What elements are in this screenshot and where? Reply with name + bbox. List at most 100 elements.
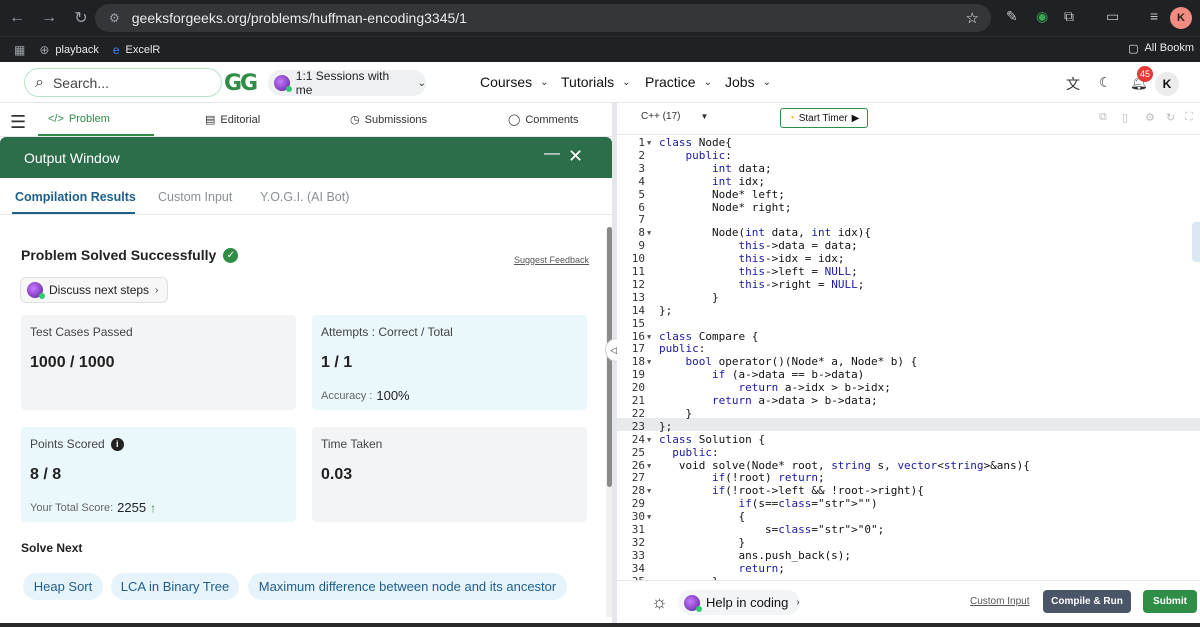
search-input[interactable]: ⌕ Search... bbox=[24, 68, 222, 97]
sessions-button[interactable]: 1:1 Sessions with me ⌄ bbox=[268, 69, 426, 97]
line-number: 3 bbox=[638, 161, 645, 175]
code-line[interactable]: 4 int idx; bbox=[617, 175, 1200, 189]
help-in-coding-button[interactable]: Help in coding › bbox=[678, 590, 800, 615]
user-avatar[interactable]: K bbox=[1155, 72, 1179, 96]
cast-icon[interactable]: ▭ bbox=[1106, 8, 1119, 25]
submit-button[interactable]: Submit bbox=[1143, 590, 1197, 613]
arrow-up-icon: ↑ bbox=[150, 500, 157, 515]
gfg-logo[interactable]: GG bbox=[224, 71, 258, 96]
fold-arrow-icon[interactable]: ▼ bbox=[647, 460, 651, 473]
notification-badge: 45 bbox=[1137, 66, 1153, 82]
solve-next-lca[interactable]: LCA in Binary Tree bbox=[111, 573, 239, 600]
tab-problem[interactable]: </> Problem bbox=[48, 113, 110, 125]
code-text: return a->data > b->data; bbox=[711, 394, 878, 407]
menu-tutorials[interactable]: Tutorials ⌄ bbox=[561, 74, 631, 90]
reset-icon[interactable]: ↻ bbox=[1166, 111, 1175, 124]
code-text: }; bbox=[659, 303, 673, 317]
menu-jobs[interactable]: Jobs ⌄ bbox=[725, 74, 771, 90]
tab-compilation-results[interactable]: Compilation Results bbox=[15, 190, 136, 204]
tab-custom-input[interactable]: Custom Input bbox=[158, 190, 232, 204]
light-mode-icon[interactable]: ☼ bbox=[651, 592, 668, 613]
suggest-feedback-link[interactable]: Suggest Feedback bbox=[514, 255, 589, 265]
code-line[interactable]: 12 this->right = NULL; bbox=[617, 278, 1200, 292]
copy-icon[interactable]: ⧉ bbox=[1099, 111, 1107, 124]
file-icon[interactable]: ▯ bbox=[1122, 111, 1128, 124]
code-line[interactable]: 15 bbox=[617, 317, 1200, 331]
menu-courses[interactable]: Courses ⌄ bbox=[480, 74, 549, 90]
fullscreen-icon[interactable]: ⛶ bbox=[1185, 111, 1193, 124]
tab-yogi-bot[interactable]: Y.O.G.I. (AI Bot) bbox=[260, 190, 349, 204]
close-icon[interactable]: ✕ bbox=[568, 146, 583, 167]
hamburger-menu-icon[interactable]: ☰ bbox=[10, 112, 26, 133]
code-line[interactable]: 33 ans.push_back(s); bbox=[617, 549, 1200, 563]
line-number: 21 bbox=[631, 394, 645, 407]
fold-arrow-icon[interactable]: ▼ bbox=[647, 434, 651, 447]
extension-green-icon[interactable]: ◉ bbox=[1036, 8, 1048, 25]
tab-submissions[interactable]: ◷ Submissions bbox=[350, 113, 427, 127]
code-line[interactable]: 22 } bbox=[617, 407, 1200, 421]
all-bookmarks[interactable]: ▢ All Bookm bbox=[1128, 42, 1194, 55]
tab-comments[interactable]: ◯ Comments bbox=[508, 113, 579, 127]
settings-icon[interactable]: ⚙ bbox=[1145, 111, 1155, 124]
search-icon: ⌕ bbox=[35, 73, 44, 91]
bookmark-star-icon[interactable]: ☆ bbox=[966, 9, 979, 27]
code-line[interactable]: 13 } bbox=[617, 291, 1200, 305]
address-bar[interactable]: ⚙ geeksforgeeks.org/problems/huffman-enc… bbox=[95, 4, 991, 32]
code-line[interactable]: 14}; bbox=[617, 303, 1200, 318]
time-taken-card: Time Taken 0.03 bbox=[312, 427, 587, 522]
reading-list-icon[interactable]: ≡ bbox=[1150, 8, 1158, 24]
menu-practice[interactable]: Practice ⌄ bbox=[645, 74, 712, 90]
back-icon[interactable]: ← bbox=[2, 3, 32, 33]
bookmarks-bar: ▦ ⊕ playback e ExcelR ▢ All Bookm bbox=[0, 36, 1200, 62]
code-line[interactable]: 5 Node* left; bbox=[617, 188, 1200, 202]
timer-icon: ◔ bbox=[788, 112, 795, 124]
start-timer-button[interactable]: ◔ Start Timer ▶ bbox=[780, 108, 868, 128]
tab-editorial[interactable]: ▤ Editorial bbox=[205, 113, 260, 127]
language-select[interactable]: C++ (17) ▼ bbox=[641, 111, 708, 122]
translate-icon[interactable]: 文 bbox=[1066, 74, 1080, 94]
solve-next-max-difference[interactable]: Maximum difference between node and its … bbox=[248, 573, 567, 600]
forward-icon[interactable]: → bbox=[34, 3, 64, 33]
points-card: Points Scored i 8 / 8 Your Total Score: 22… bbox=[21, 427, 296, 522]
code-line[interactable]: 23}; bbox=[617, 419, 1200, 434]
line-number: 23 bbox=[631, 419, 645, 433]
discuss-next-steps-button[interactable]: Discuss next steps › bbox=[20, 277, 168, 303]
code-line[interactable]: 31 s=class="str">"0"; bbox=[617, 523, 1200, 537]
site-info-icon[interactable]: ⚙ bbox=[109, 11, 120, 25]
code-line[interactable]: 3 int data; bbox=[617, 161, 1200, 176]
line-number: 1 bbox=[638, 136, 645, 149]
custom-input-link[interactable]: Custom Input bbox=[970, 596, 1029, 607]
code-editor[interactable]: 1 ▼ class Node{2 public: 3 int data; 4 int i… bbox=[617, 135, 1200, 580]
fold-arrow-icon[interactable]: ▼ bbox=[647, 137, 651, 150]
chevron-down-icon: ⌄ bbox=[417, 77, 426, 89]
reload-icon[interactable]: ↻ bbox=[66, 3, 96, 33]
check-circle-icon: ✓ bbox=[223, 247, 239, 263]
extensions-icon[interactable]: ⧉ bbox=[1064, 8, 1074, 25]
apps-icon[interactable]: ▦ bbox=[14, 43, 25, 57]
bookmark-excelr[interactable]: e ExcelR bbox=[113, 43, 161, 57]
pen-extension-icon[interactable]: ✎ bbox=[1006, 8, 1018, 25]
minimize-icon[interactable]: — bbox=[544, 145, 560, 163]
code-line[interactable]: 2 public: bbox=[617, 148, 1200, 163]
code-line[interactable]: 21 return a->data > b->data; bbox=[617, 394, 1200, 408]
line-number: 34 bbox=[631, 561, 645, 575]
code-line[interactable]: 6 Node* right; bbox=[617, 201, 1200, 215]
fold-arrow-icon[interactable]: ▼ bbox=[647, 485, 651, 498]
code-line[interactable]: 32 } bbox=[617, 536, 1200, 550]
document-icon: ▤ bbox=[205, 114, 216, 126]
compile-run-button[interactable]: Compile & Run bbox=[1043, 590, 1131, 613]
code-line[interactable]: 11 this->left = NULL; bbox=[617, 265, 1200, 279]
info-icon[interactable]: i bbox=[110, 437, 124, 451]
fold-arrow-icon[interactable]: ▼ bbox=[647, 511, 651, 524]
code-line[interactable]: 34 return; bbox=[617, 561, 1200, 576]
side-drawer-handle[interactable] bbox=[1192, 222, 1200, 262]
dark-mode-icon[interactable]: ☾ bbox=[1099, 74, 1112, 91]
fold-arrow-icon[interactable]: ▼ bbox=[647, 331, 651, 344]
fold-arrow-icon[interactable]: ▼ bbox=[647, 356, 651, 369]
browser-profile-avatar[interactable]: K bbox=[1170, 7, 1192, 29]
ai-avatar-icon bbox=[27, 282, 45, 299]
bookmark-playback[interactable]: ⊕ playback bbox=[39, 43, 98, 57]
solve-next-heap-sort[interactable]: Heap Sort bbox=[23, 573, 103, 600]
line-number: 2 bbox=[638, 148, 645, 162]
fold-arrow-icon[interactable]: ▼ bbox=[647, 227, 651, 240]
